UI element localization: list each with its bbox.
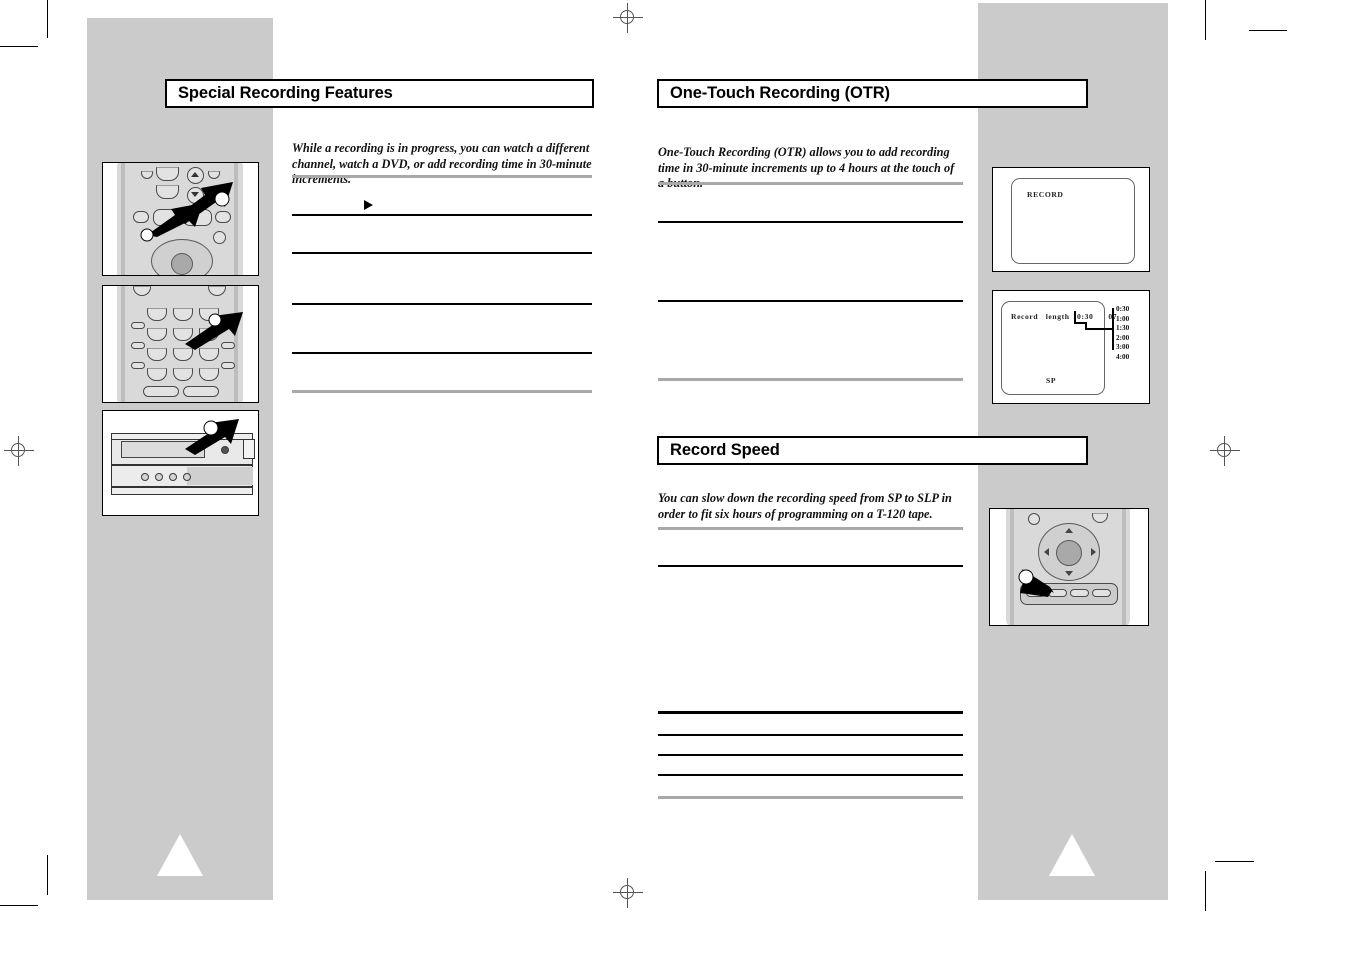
section-title-label: One-Touch Recording (OTR): [670, 84, 890, 102]
osd-record-length-figure: Record length 0:30 07 SP 0:30 1:00 1:30 …: [992, 290, 1150, 404]
dvd-vcr-front-panel-figure: [102, 410, 259, 516]
crop-mark-top-right-horizontal: [1249, 30, 1287, 31]
step-rule-left-3: [292, 303, 592, 305]
step-rule-left-2: [292, 252, 592, 254]
callout-pointer-speed: [1018, 569, 1054, 597]
section-title-record-speed: Record Speed: [657, 436, 1088, 465]
crop-mark-bottom-right-vertical: [1205, 871, 1206, 911]
registration-mark-bottom: [613, 878, 643, 908]
osd-option-list: 0:30 1:00 1:30 2:00 3:00 4:00: [1116, 305, 1129, 363]
osd-option: 3:00: [1116, 343, 1130, 352]
divider-rule-gray-top-left: [292, 175, 592, 178]
page-corner-triangle-right: [1049, 834, 1095, 876]
registration-mark-right: [1210, 436, 1240, 466]
step-rule-otr-1: [658, 221, 963, 223]
crop-mark-bottom-left-horizontal: [0, 905, 38, 906]
osd-record-length-line: Record length 0:30 07: [1011, 312, 1118, 321]
osd-option: 1:30: [1116, 324, 1130, 333]
remote-speed-buttons-figure: [989, 508, 1149, 626]
page-corner-triangle-left: [157, 834, 203, 876]
section-title-label: Special Recording Features: [178, 84, 393, 102]
osd-record-screen: RECORD: [1011, 178, 1135, 264]
osd-option-list-rule: [1112, 308, 1114, 350]
crop-mark-top-right-vertical: [1205, 0, 1206, 40]
divider-rule-gray-bottom-otr: [658, 378, 963, 381]
osd-option: 2:00: [1116, 333, 1130, 342]
play-triangle-icon: [364, 200, 373, 210]
osd-record-length-screen: Record length 0:30 07 SP: [1001, 301, 1117, 395]
step-rule-otr-2: [658, 300, 963, 302]
remote-transport-figure: [102, 162, 259, 276]
divider-rule-gray-bottom-left: [292, 390, 592, 393]
crop-mark-bottom-left-vertical: [47, 855, 48, 895]
section-title-label: Record Speed: [670, 441, 780, 459]
crop-mark-bottom-right-horizontal: [1215, 861, 1254, 862]
step-rule-speed-5: [658, 774, 963, 776]
registration-mark-left: [4, 436, 34, 466]
osd-record-label: RECORD: [1027, 190, 1064, 199]
remote-numeric-keypad-figure: [102, 285, 259, 403]
osd-record-speed-label: SP: [1046, 376, 1057, 385]
step-rule-speed-1: [658, 565, 963, 567]
step-rule-left-4: [292, 352, 592, 354]
crop-mark-top-left-vertical: [47, 0, 48, 38]
document-page: Special Recording Features While a recor…: [0, 0, 1351, 954]
osd-option: 1:00: [1116, 314, 1130, 323]
callout-pointer-front-panel: [185, 419, 239, 455]
section-title-one-touch-recording: One-Touch Recording (OTR): [657, 79, 1088, 108]
intro-record-speed: You can slow down the recording speed fr…: [658, 491, 952, 521]
registration-mark-top: [613, 3, 643, 33]
divider-rule-gray-top-otr: [658, 182, 963, 185]
osd-option: 0:30: [1116, 305, 1130, 313]
step-rule-speed-4: [658, 754, 963, 756]
step-rule-speed-2: [658, 711, 963, 714]
step-rule-speed-3: [658, 734, 963, 736]
intro-special-recording-features: While a recording is in progress, you ca…: [292, 141, 592, 186]
divider-rule-gray-record-speed: [658, 527, 963, 530]
osd-connector-horizontal-b: [1085, 328, 1113, 330]
step-rule-left-1: [292, 214, 592, 216]
section-title-special-recording-features: Special Recording Features: [165, 79, 594, 108]
callout-pointer-keypad: [185, 312, 243, 350]
divider-rule-gray-bottom-speed: [658, 796, 963, 799]
callout-pointer-transport: [140, 182, 233, 242]
crop-mark-top-left-horizontal: [0, 46, 38, 47]
osd-option: 4:00: [1116, 352, 1130, 361]
osd-record-figure: RECORD: [992, 167, 1150, 272]
